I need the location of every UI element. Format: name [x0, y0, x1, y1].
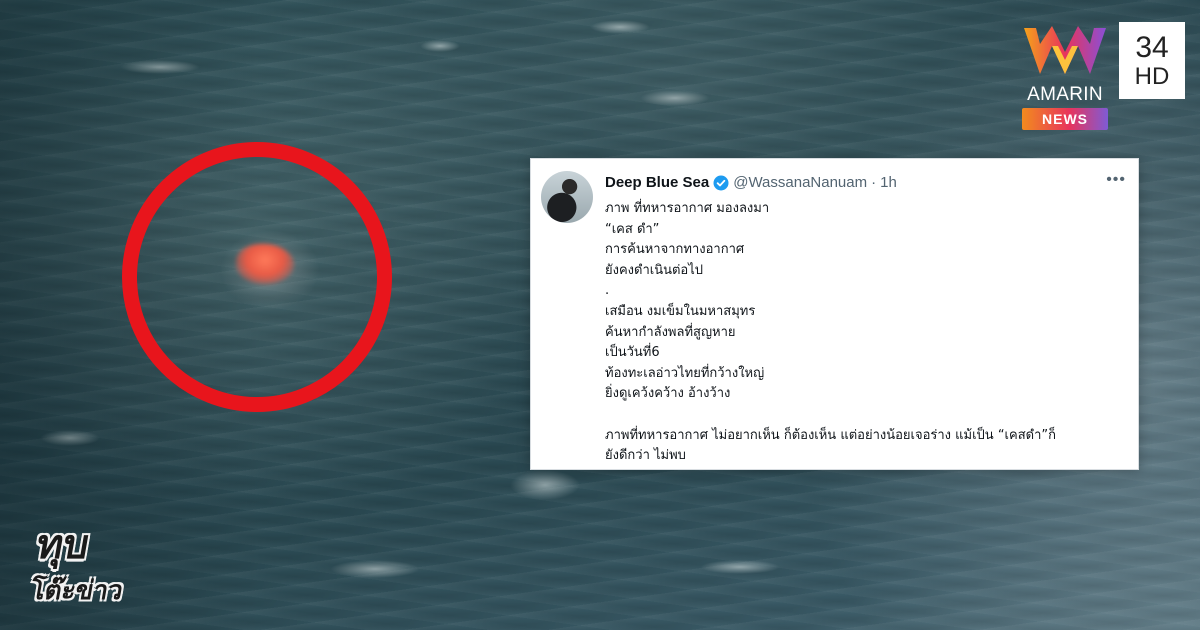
- channel-hd: HD: [1134, 62, 1170, 90]
- foam-patch: [420, 40, 460, 52]
- news-badge: NEWS: [1022, 108, 1108, 130]
- tweet-header: Deep Blue Sea @WassanaNanuam · 1h: [605, 174, 897, 191]
- tweet-line: การค้นหาจากทางอากาศ: [605, 242, 745, 258]
- avatar[interactable]: [541, 171, 593, 223]
- foam-patch: [510, 470, 580, 500]
- tweet-line: ยังคงดำเนินต่อไป: [605, 262, 704, 278]
- amarin-wordmark: AMARIN: [1027, 84, 1103, 105]
- channel-number-box: 34 HD: [1119, 22, 1185, 99]
- news-label: NEWS: [1042, 111, 1088, 127]
- tweet-line: เป็นวันที่6: [605, 345, 660, 361]
- tweet-line: “เคส ดำ”: [605, 221, 660, 237]
- tweet-line: [605, 405, 1125, 426]
- program-logo-line1: ทุบ: [32, 522, 93, 568]
- foam-patch: [330, 560, 420, 578]
- tweet-text: ภาพ ที่ทหารอากาศ มองลงมา “เคส ดำ” การค้น…: [605, 199, 1125, 467]
- tweet-line: ยังดีกว่า ไม่พบ: [605, 448, 686, 464]
- channel-number: 34: [1135, 30, 1169, 64]
- tweet-line: ยิ่งดูเคว้งคว้าง อ้างว้าง: [605, 386, 731, 402]
- more-options-icon[interactable]: •••: [1106, 171, 1126, 189]
- tweet-card: Deep Blue Sea @WassanaNanuam · 1h ••• ภา…: [530, 158, 1139, 470]
- tweet-line: .: [605, 283, 610, 299]
- tweet-line: ท้องทะเลอ่าวไทยที่กว้างใหญ่: [605, 365, 765, 381]
- program-logo-line2: โต๊ะข่าว: [28, 576, 126, 606]
- foam-patch: [590, 20, 650, 34]
- tweet-timestamp[interactable]: 1h: [880, 174, 897, 191]
- tweet-line: ค้นหากำลังพลที่สูญหาย: [605, 324, 736, 340]
- tweet-line: ภาพ ที่ทหารอากาศ มองลงมา: [605, 201, 770, 216]
- tweet-line: ภาพที่ทหารอากาศ ไม่อยากเห็น ก็ต้องเห็น แ…: [605, 427, 1056, 443]
- verified-badge-icon: [713, 175, 729, 191]
- display-name[interactable]: Deep Blue Sea: [605, 174, 709, 191]
- foam-patch: [700, 560, 780, 574]
- foam-patch: [640, 90, 710, 106]
- amarin-emblem-icon: [1024, 26, 1106, 74]
- highlight-circle: [122, 142, 392, 412]
- separator-dot: ·: [871, 174, 877, 191]
- tweet-line: เสมือน งมเข็มในมหาสมุทร: [605, 303, 756, 319]
- program-logo: ทุบ โต๊ะข่าว: [19, 512, 157, 612]
- user-handle[interactable]: @WassanaNanuam: [733, 174, 867, 191]
